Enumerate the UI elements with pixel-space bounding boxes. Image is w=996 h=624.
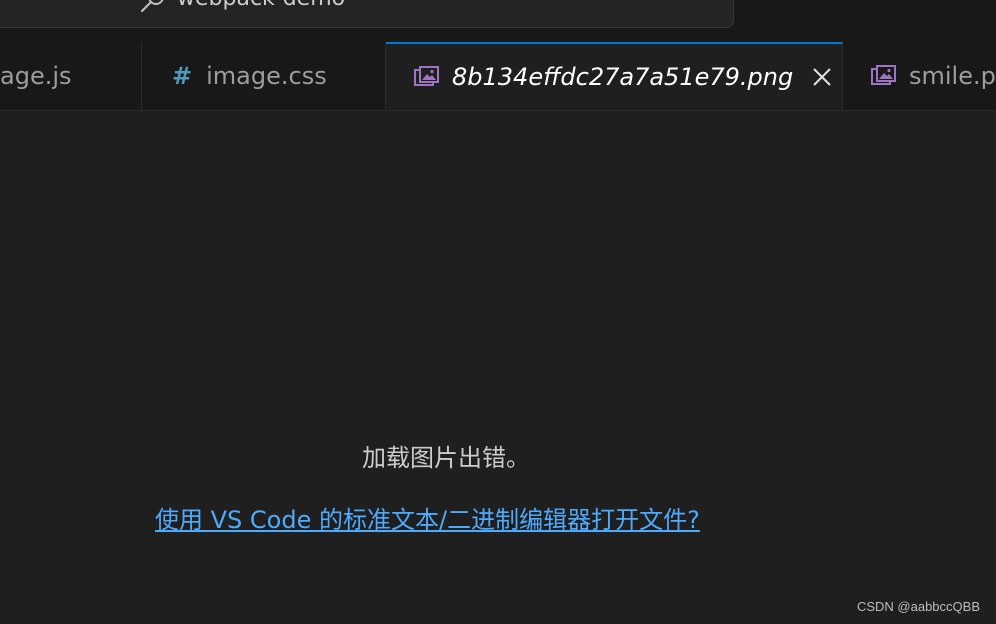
image-preview-editor: 加载图片出错。 使用 VS Code 的标准文本/二进制编辑器打开文件? CSD… [0,111,996,624]
tab-label: 8b134effdc27a7a51e79.png [452,63,794,91]
editor-tab-bar: age.js # image.css 8b134effdc27a7a51e79.… [0,42,996,111]
watermark: CSDN @aabbccQBB [856,599,980,614]
title-bar: webpack-demo [0,0,996,43]
command-center[interactable]: webpack-demo [0,0,734,28]
tab-image-css[interactable]: # image.css [142,42,386,110]
tab-label: smile.p [909,62,996,90]
close-icon[interactable] [811,66,833,88]
vscode-window: webpack-demo age.js # image.css 8b134eff… [0,0,996,624]
hash-icon: # [172,62,193,90]
tab-label: age.js [0,62,72,90]
tab-image-js[interactable]: age.js [0,42,142,110]
tab-png-active[interactable]: 8b134effdc27a7a51e79.png [386,42,843,110]
workspace-title: webpack-demo [177,0,345,13]
tab-smile-png[interactable]: smile.p [843,42,996,110]
image-load-error-message: 加载图片出错。 [362,444,530,472]
tab-label: image.css [206,62,327,90]
search-icon [139,0,167,13]
open-with-text-editor-link[interactable]: 使用 VS Code 的标准文本/二进制编辑器打开文件? [155,505,700,535]
image-file-icon [414,66,440,88]
image-file-icon [871,65,897,87]
